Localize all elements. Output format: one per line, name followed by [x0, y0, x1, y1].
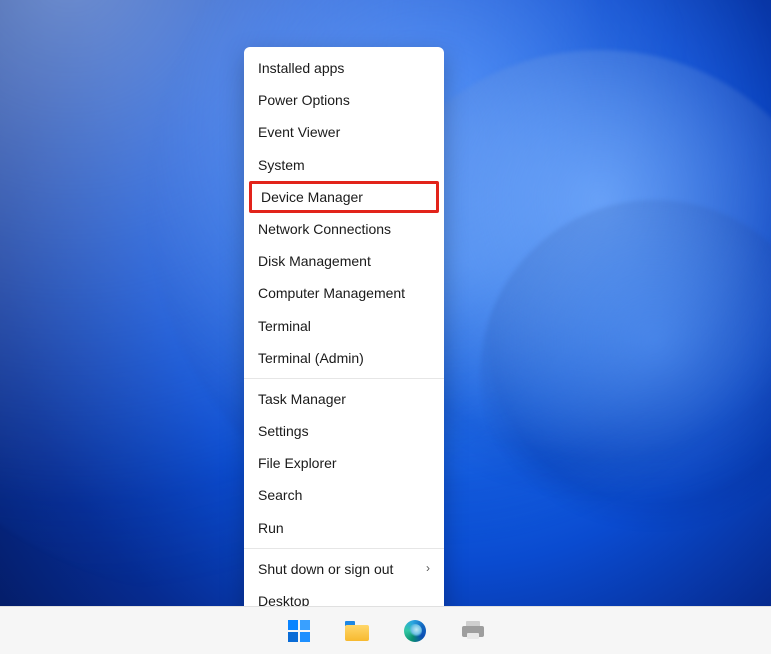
menu-item-label: Settings [258, 422, 309, 440]
menu-separator [244, 548, 444, 549]
menu-item-terminal[interactable]: Terminal [244, 310, 444, 342]
menu-item-run[interactable]: Run [244, 512, 444, 544]
menu-item-settings[interactable]: Settings [244, 415, 444, 447]
menu-item-event-viewer[interactable]: Event Viewer [244, 116, 444, 148]
menu-item-file-explorer[interactable]: File Explorer [244, 447, 444, 479]
menu-item-power-options[interactable]: Power Options [244, 84, 444, 116]
menu-item-label: System [258, 156, 305, 174]
windows-start-icon [288, 620, 310, 642]
menu-item-label: Run [258, 519, 284, 537]
taskbar [0, 606, 771, 654]
menu-item-label: File Explorer [258, 454, 337, 472]
menu-item-disk-management[interactable]: Disk Management [244, 245, 444, 277]
menu-item-label: Terminal (Admin) [258, 349, 364, 367]
menu-separator [244, 378, 444, 379]
menu-item-label: Task Manager [258, 390, 346, 408]
menu-item-label: Shut down or sign out [258, 560, 393, 578]
taskbar-edge[interactable] [395, 611, 435, 651]
menu-item-label: Device Manager [261, 188, 363, 206]
menu-item-label: Computer Management [258, 284, 405, 302]
menu-item-label: Power Options [258, 91, 350, 109]
printer-icon [462, 621, 484, 641]
menu-item-terminal-admin[interactable]: Terminal (Admin) [244, 342, 444, 374]
menu-item-task-manager[interactable]: Task Manager [244, 383, 444, 415]
taskbar-file-explorer[interactable] [337, 611, 377, 651]
menu-item-computer-management[interactable]: Computer Management [244, 277, 444, 309]
menu-item-label: Terminal [258, 317, 311, 335]
menu-item-search[interactable]: Search [244, 479, 444, 511]
menu-item-label: Event Viewer [258, 123, 340, 141]
menu-item-device-manager[interactable]: Device Manager [249, 181, 439, 213]
taskbar-device-app[interactable] [453, 611, 493, 651]
start-button[interactable] [279, 611, 319, 651]
desktop[interactable]: Installed apps Power Options Event Viewe… [0, 0, 771, 654]
menu-item-shut-down[interactable]: Shut down or sign out › [244, 553, 444, 585]
menu-item-label: Search [258, 486, 302, 504]
menu-item-label: Disk Management [258, 252, 371, 270]
menu-item-label: Network Connections [258, 220, 391, 238]
chevron-right-icon: › [426, 561, 430, 577]
edge-icon [404, 620, 426, 642]
folder-icon [345, 621, 369, 641]
menu-item-installed-apps[interactable]: Installed apps [244, 52, 444, 84]
menu-item-network-connections[interactable]: Network Connections [244, 213, 444, 245]
winx-context-menu: Installed apps Power Options Event Viewe… [244, 47, 444, 622]
menu-item-label: Installed apps [258, 59, 344, 77]
menu-item-system[interactable]: System [244, 149, 444, 181]
